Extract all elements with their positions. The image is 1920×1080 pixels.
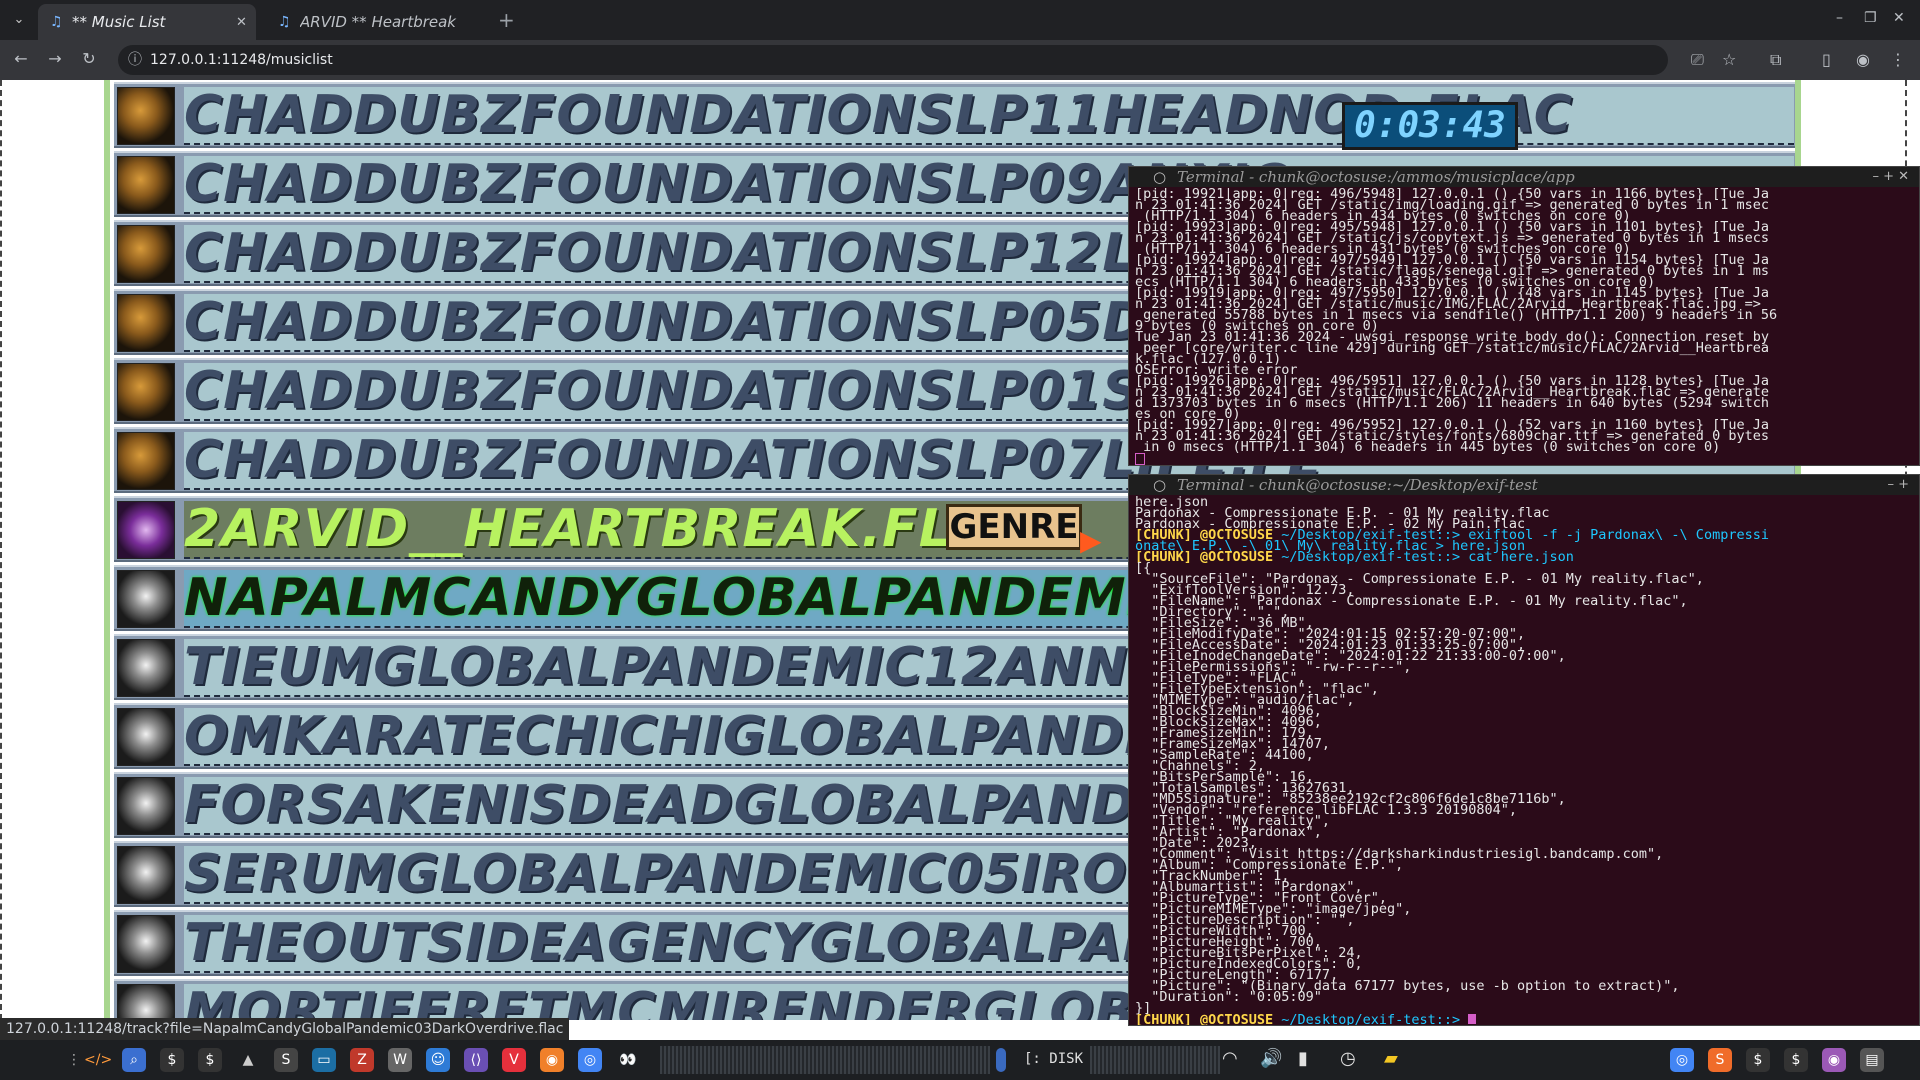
terminal-exif-test[interactable]: ○ Terminal - chunk@octosuse:~/Desktop/ex… bbox=[1128, 474, 1920, 1026]
tab-close-icon[interactable]: ✕ bbox=[236, 15, 256, 30]
terminal-cursor bbox=[1468, 1014, 1477, 1024]
album-art-thumbnail[interactable] bbox=[117, 363, 175, 421]
terminal-titlebar[interactable]: ○ Terminal - chunk@octosuse:~/Desktop/ex… bbox=[1129, 475, 1919, 495]
terminal-icon[interactable]: $ bbox=[160, 1048, 184, 1072]
chat-app-icon[interactable]: ☺ bbox=[426, 1048, 450, 1072]
firefox-icon[interactable]: ◉ bbox=[540, 1048, 564, 1072]
side-panel-icon[interactable]: ▯ bbox=[1822, 50, 1831, 69]
browser-tab-bar: ⌄ ♫ ** Music List ✕ ♫ ARVID ** Heartbrea… bbox=[0, 0, 1920, 40]
taskbar: ⋮ </> ⌕ $ $ ▲ S ▭ Z W ☺ ⟨⟩ V ◉ ◎ 👀 [: DI… bbox=[0, 1040, 1920, 1080]
menu-icon[interactable]: ⋮ bbox=[1890, 50, 1906, 69]
sublime-window-icon[interactable]: S bbox=[1708, 1048, 1732, 1072]
terminal-title: Terminal - chunk@octosuse:/ammos/musicpl… bbox=[1177, 168, 1575, 186]
terminal-title: Terminal - chunk@octosuse:~/Desktop/exif… bbox=[1177, 476, 1538, 494]
album-art-thumbnail[interactable] bbox=[117, 915, 175, 973]
profile-avatar-icon[interactable]: ◉ bbox=[1856, 50, 1870, 69]
chrome-window-icon[interactable]: ◎ bbox=[1670, 1048, 1694, 1072]
network-graph bbox=[1090, 1046, 1220, 1074]
album-art-thumbnail[interactable] bbox=[117, 156, 175, 214]
terminal-window-controls-icon[interactable]: – + ✕ bbox=[1872, 167, 1909, 187]
close-window-icon[interactable]: ✕ bbox=[1893, 10, 1905, 26]
window-list-icon[interactable]: ▤ bbox=[1860, 1048, 1884, 1072]
album-art-thumbnail[interactable] bbox=[117, 984, 175, 1020]
terminal-titlebar[interactable]: ○ Terminal - chunk@octosuse:/ammos/music… bbox=[1129, 167, 1919, 187]
address-bar[interactable]: ⓘ 127.0.0.1:11248/musiclist bbox=[118, 45, 1668, 75]
album-art-thumbnail[interactable] bbox=[117, 225, 175, 283]
app-grid-icon[interactable]: ⋮ bbox=[62, 1048, 86, 1072]
terminal-output: [pid: 19921|app: 0|req: 496/5948] 127.0.… bbox=[1129, 187, 1919, 465]
album-art-thumbnail[interactable] bbox=[117, 846, 175, 904]
genre-arrow-icon: ▶ bbox=[1080, 524, 1102, 557]
track-title[interactable]: CHADDUBZFOUNDATIONSLP11HEADNOD.FLAC bbox=[184, 87, 1794, 145]
music-note-icon: ♫ bbox=[278, 14, 291, 30]
folder-icon[interactable]: ▰ bbox=[1384, 1048, 1398, 1069]
s-app-icon[interactable]: S bbox=[274, 1048, 298, 1072]
genre-button[interactable]: GENRE bbox=[946, 504, 1082, 550]
terminal-output: here.json Pardonax - Compressionate E.P.… bbox=[1129, 495, 1919, 1026]
battery-icon[interactable]: ▮ bbox=[1298, 1048, 1308, 1069]
firefox-window-icon[interactable]: ◉ bbox=[1822, 1048, 1846, 1072]
album-art-thumbnail[interactable] bbox=[117, 294, 175, 352]
z-app-icon[interactable]: Z bbox=[350, 1048, 374, 1072]
tab-search-icon[interactable]: ⌄ bbox=[8, 10, 30, 30]
album-art-thumbnail[interactable] bbox=[117, 777, 175, 835]
restore-icon[interactable]: ❐ bbox=[1864, 10, 1877, 26]
terminal-cursor bbox=[1135, 453, 1145, 465]
shell-prompt: [CHUNK] @OCTOSUSE bbox=[1135, 1012, 1274, 1026]
chrome-icon[interactable]: ◎ bbox=[578, 1048, 602, 1072]
shell-prompt: [CHUNK] @OCTOSUSE bbox=[1135, 549, 1274, 565]
album-art-thumbnail[interactable] bbox=[117, 708, 175, 766]
new-tab-button[interactable]: + bbox=[498, 8, 515, 32]
terminal-menu-icon[interactable]: ○ bbox=[1153, 167, 1166, 187]
track-row[interactable]: CHADDUBZFOUNDATIONSLP11HEADNOD.FLAC bbox=[114, 82, 1795, 148]
album-art-thumbnail[interactable] bbox=[117, 639, 175, 697]
json-line: "Duration": "0:05:09" bbox=[1135, 989, 1322, 1005]
file-search-icon[interactable]: ⌕ bbox=[122, 1048, 146, 1072]
shell-command: ~/Desktop/exif-test::> cat here.json bbox=[1273, 549, 1574, 565]
site-info-icon[interactable]: ⓘ bbox=[128, 45, 142, 75]
album-art-thumbnail[interactable] bbox=[117, 432, 175, 490]
volume-icon[interactable]: 🔊 bbox=[1260, 1048, 1282, 1069]
vivaldi-icon[interactable]: V bbox=[502, 1048, 526, 1072]
window-app-icon[interactable]: ▭ bbox=[312, 1048, 336, 1072]
left-column-rule bbox=[104, 80, 110, 1020]
album-art-thumbnail[interactable] bbox=[117, 570, 175, 628]
memory-meter-icon bbox=[996, 1048, 1006, 1072]
terminal-line: in 0 msecs (HTTP/1.1 304) 6 headers in 4… bbox=[1135, 439, 1721, 455]
album-art-thumbnail[interactable] bbox=[117, 501, 175, 559]
tab-title: ** Music List bbox=[72, 13, 166, 31]
reload-icon[interactable]: ↻ bbox=[78, 49, 100, 68]
minimize-icon[interactable]: – bbox=[1836, 10, 1843, 26]
forward-icon[interactable]: → bbox=[44, 49, 66, 68]
clock-icon[interactable]: ◷ bbox=[1340, 1048, 1356, 1069]
terminal-window-icon[interactable]: $ bbox=[1746, 1048, 1770, 1072]
back-icon[interactable]: ← bbox=[10, 49, 32, 68]
extensions-icon[interactable]: ⧉ bbox=[1770, 50, 1781, 70]
wifi-icon[interactable]: ◠ bbox=[1222, 1048, 1238, 1069]
browser-toolbar: ← → ↻ ⓘ 127.0.0.1:11248/musiclist ⎚ ☆ ⧉ … bbox=[0, 40, 1920, 80]
terminal-server-log[interactable]: ○ Terminal - chunk@octosuse:/ammos/music… bbox=[1128, 166, 1920, 466]
playback-timer: 0:03:43 bbox=[1342, 102, 1518, 150]
vscode-icon[interactable]: ⟨⟩ bbox=[464, 1048, 488, 1072]
terminal-icon[interactable]: $ bbox=[198, 1048, 222, 1072]
ww-app-icon[interactable]: W bbox=[388, 1048, 412, 1072]
cast-icon[interactable]: ⎚ bbox=[1691, 50, 1704, 70]
eyes-icon[interactable]: 👀 bbox=[616, 1048, 640, 1072]
tab-music-list[interactable]: ♫ ** Music List ✕ bbox=[38, 4, 256, 40]
music-note-icon: ♫ bbox=[50, 14, 63, 30]
terminal-window-icon[interactable]: $ bbox=[1784, 1048, 1808, 1072]
terminal-window-controls-icon[interactable]: – + bbox=[1887, 475, 1909, 495]
tab-title: ARVID ** Heartbreak bbox=[300, 13, 456, 31]
terminal-menu-icon[interactable]: ○ bbox=[1153, 475, 1166, 495]
tab-arvid-heartbreak[interactable]: ♫ ARVID ** Heartbreak bbox=[266, 4, 496, 40]
link-status-bar: 127.0.0.1:11248/track?file=NapalmCandyGl… bbox=[0, 1018, 570, 1040]
url-text: 127.0.0.1:11248/musiclist bbox=[150, 52, 333, 68]
shell-command: ~/Desktop/exif-test::> bbox=[1273, 1012, 1469, 1026]
rocket-icon[interactable]: ▲ bbox=[236, 1048, 260, 1072]
cpu-graph bbox=[660, 1046, 990, 1074]
album-art-thumbnail[interactable] bbox=[117, 87, 175, 145]
code-editor-icon[interactable]: </> bbox=[84, 1048, 112, 1072]
bookmark-star-icon[interactable]: ☆ bbox=[1722, 50, 1736, 69]
page-left-border bbox=[0, 80, 4, 1020]
